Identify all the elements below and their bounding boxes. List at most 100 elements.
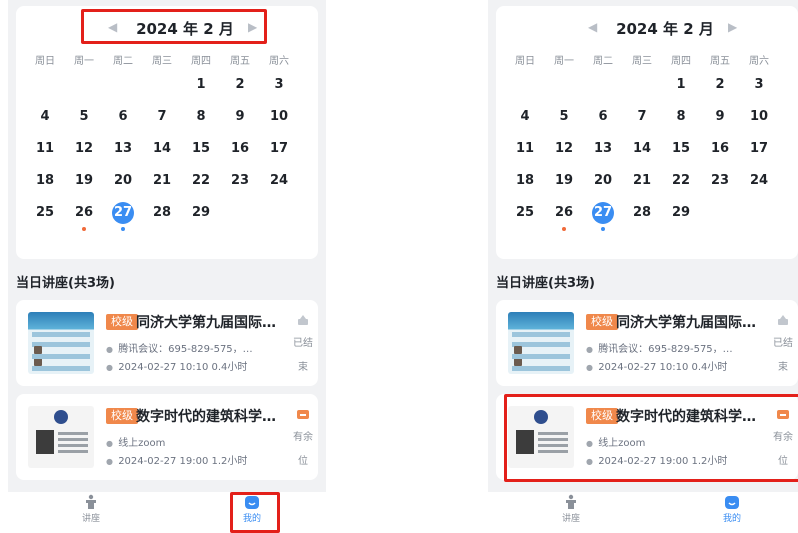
- calendar-day[interactable]: 10: [744, 106, 774, 128]
- status-text: 已结: [773, 338, 793, 349]
- weekday-label: 周日: [515, 56, 535, 67]
- calendar-day[interactable]: 7: [627, 106, 657, 128]
- calendar-day[interactable]: 25: [30, 202, 60, 224]
- calendar-day[interactable]: 26: [549, 202, 579, 224]
- prev-month-icon[interactable]: ◀: [108, 20, 117, 34]
- location-pin-icon: ●: [586, 439, 593, 448]
- lecture-poster: [28, 312, 94, 374]
- calendar-day[interactable]: 22: [666, 170, 696, 192]
- calendar-day[interactable]: 16: [705, 138, 735, 160]
- calendar-day[interactable]: 16: [225, 138, 255, 160]
- calendar-day[interactable]: 4: [510, 106, 540, 128]
- calendar-day[interactable]: 6: [588, 106, 618, 128]
- calendar-day[interactable]: 12: [69, 138, 99, 160]
- calendar-day[interactable]: 18: [510, 170, 540, 192]
- calendar-day[interactable]: 18: [30, 170, 60, 192]
- calendar-day[interactable]: 26: [69, 202, 99, 224]
- calendar-day[interactable]: 13: [588, 138, 618, 160]
- section-title: 当日讲座(共3场): [496, 276, 595, 291]
- calendar-day[interactable]: 1: [666, 74, 696, 96]
- lecture-card[interactable]: 校级 数字时代的建筑科学与技术 ● 线上zoom ● 2024-02-27 19…: [16, 394, 318, 480]
- calendar-day[interactable]: 21: [627, 170, 657, 192]
- calendar-day[interactable]: 8: [666, 106, 696, 128]
- calendar-day[interactable]: 21: [147, 170, 177, 192]
- prev-month-icon[interactable]: ◀: [588, 20, 597, 34]
- bell-icon: [778, 315, 788, 325]
- calendar-day[interactable]: 2: [225, 74, 255, 96]
- weekday-label: 周日: [35, 56, 55, 67]
- calendar-day[interactable]: 14: [627, 138, 657, 160]
- calendar-day[interactable]: 6: [108, 106, 138, 128]
- lecture-location: ● 线上zoom: [106, 438, 166, 449]
- tab-lectures[interactable]: 讲座: [551, 494, 591, 524]
- next-month-icon[interactable]: ▶: [248, 20, 257, 34]
- calendar-day[interactable]: 19: [69, 170, 99, 192]
- calendar-day[interactable]: 25: [510, 202, 540, 224]
- calendar-day[interactable]: 1: [186, 74, 216, 96]
- weekday-label: 周五: [230, 56, 250, 67]
- weekday-label: 周四: [191, 56, 211, 67]
- lecture-title: 同济大学第九届国际博士生论坛: [136, 315, 286, 331]
- calendar-day[interactable]: 3: [264, 74, 294, 96]
- calendar-day[interactable]: 17: [744, 138, 774, 160]
- calendar-day[interactable]: 9: [705, 106, 735, 128]
- calendar-day[interactable]: 17: [264, 138, 294, 160]
- calendar-day[interactable]: 29: [666, 202, 696, 224]
- calendar-day[interactable]: 12: [549, 138, 579, 160]
- status-text: 位: [298, 456, 308, 467]
- calendar-day[interactable]: 27: [108, 202, 138, 224]
- calendar-day[interactable]: 28: [147, 202, 177, 224]
- calendar-day[interactable]: 13: [108, 138, 138, 160]
- left-screen: ◀ 2024 年 2 月 ▶ 周日 周一 周二 周三 周四 周五 周六 1 2 3 4 5 6 7 8 9 10…: [8, 0, 326, 533]
- weekday-label: 周一: [74, 56, 94, 67]
- lecture-time: ● 2024-02-27 10:10 0.4小时: [586, 362, 728, 373]
- calendar-day[interactable]: 28: [627, 202, 657, 224]
- calendar-day[interactable]: 11: [510, 138, 540, 160]
- calendar-day[interactable]: 19: [549, 170, 579, 192]
- calendar-day[interactable]: 20: [588, 170, 618, 192]
- lecture-card[interactable]: 校级 数字时代的建筑科学与技术 ● 线上zoom ● 2024-02-27 19…: [496, 394, 798, 480]
- calendar-day[interactable]: 23: [225, 170, 255, 192]
- calendar-day[interactable]: 4: [30, 106, 60, 128]
- lecture-poster: [508, 312, 574, 374]
- calendar-card: ◀ 2024 年 2 月 ▶ 周日 周一 周二 周三 周四 周五 周六 1 2 3 4 5 6 7 8 9 10…: [16, 6, 318, 259]
- weekday-label: 周六: [269, 56, 289, 67]
- calendar-day[interactable]: 2: [705, 74, 735, 96]
- level-tag: 校级: [586, 408, 618, 424]
- calendar-day[interactable]: 27: [588, 202, 618, 224]
- right-screen: ◀ 2024 年 2 月 ▶ 周日 周一 周二 周三 周四 周五 周六 1 2 3 4 5 6 7 8 9 10…: [488, 0, 798, 533]
- calendar-day[interactable]: 29: [186, 202, 216, 224]
- lecture-title: 数字时代的建筑科学与技术: [616, 409, 766, 425]
- calendar-day[interactable]: 14: [147, 138, 177, 160]
- tab-lectures[interactable]: 讲座: [71, 494, 111, 524]
- calendar-day[interactable]: 10: [264, 106, 294, 128]
- calendar-day[interactable]: 8: [186, 106, 216, 128]
- calendar-day[interactable]: 9: [225, 106, 255, 128]
- tab-mine[interactable]: 我的: [712, 494, 752, 524]
- podium-icon: [86, 494, 96, 509]
- status-text: 有余: [773, 432, 793, 443]
- calendar-day[interactable]: 20: [108, 170, 138, 192]
- tab-mine[interactable]: 我的: [232, 494, 272, 524]
- calendar-day[interactable]: 22: [186, 170, 216, 192]
- calendar-day[interactable]: 24: [264, 170, 294, 192]
- clock-icon: ●: [106, 363, 113, 372]
- weekday-label: 周二: [113, 56, 133, 67]
- calendar-day[interactable]: 23: [705, 170, 735, 192]
- calendar-day[interactable]: 15: [666, 138, 696, 160]
- status-text: 束: [778, 362, 788, 373]
- calendar-day[interactable]: 5: [549, 106, 579, 128]
- clock-icon: ●: [106, 457, 113, 466]
- weekday-label: 周三: [632, 56, 652, 67]
- event-dot: [121, 227, 125, 231]
- calendar-day[interactable]: 7: [147, 106, 177, 128]
- calendar-day[interactable]: 3: [744, 74, 774, 96]
- calendar-day[interactable]: 15: [186, 138, 216, 160]
- lecture-card[interactable]: 校级 同济大学第九届国际博士生论坛 ● 腾讯会议：695-829-575，… ●…: [496, 300, 798, 386]
- lecture-card[interactable]: 校级 同济大学第九届国际博士生论坛 ● 腾讯会议：695-829-575，… ●…: [16, 300, 318, 386]
- next-month-icon[interactable]: ▶: [728, 20, 737, 34]
- calendar-day[interactable]: 24: [744, 170, 774, 192]
- calendar-day[interactable]: 5: [69, 106, 99, 128]
- clock-icon: ●: [586, 457, 593, 466]
- calendar-day[interactable]: 11: [30, 138, 60, 160]
